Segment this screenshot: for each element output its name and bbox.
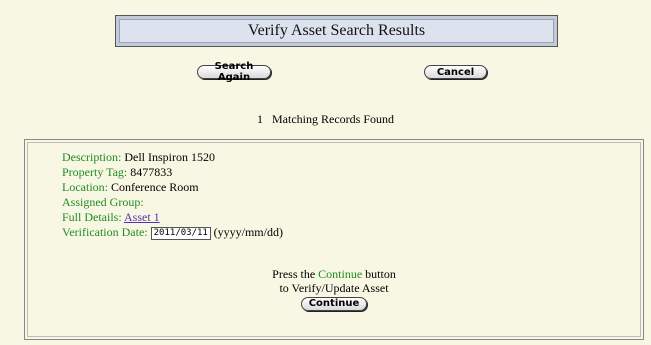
property-tag-value: 8477833	[130, 165, 173, 179]
location-label: Location:	[62, 180, 108, 194]
instruction-button-word: button	[365, 267, 396, 281]
page-title: Verify Asset Search Results	[119, 19, 554, 43]
date-format-hint: (yyyy/mm/dd)	[213, 225, 283, 239]
description-row: Description: Dell Inspiron 1520	[62, 150, 283, 165]
record-fields: Description: Dell Inspiron 1520 Property…	[62, 150, 283, 240]
verification-date-row: Verification Date: (yyyy/mm/dd)	[62, 225, 283, 240]
location-value: Conference Room	[110, 180, 199, 194]
instruction-line-1: Press the Continue button	[28, 267, 640, 281]
description-label: Description:	[62, 150, 122, 164]
instruction-line-2: to Verify/Update Asset	[279, 281, 389, 295]
instruction-continue-word: Continue	[318, 267, 363, 281]
property-tag-label: Property Tag:	[62, 165, 128, 179]
location-row: Location: Conference Room	[62, 180, 283, 195]
full-details-row: Full Details: Asset 1	[62, 210, 283, 225]
cancel-button[interactable]: Cancel	[424, 65, 487, 79]
full-details-label: Full Details:	[62, 210, 122, 224]
record-panel: Description: Dell Inspiron 1520 Property…	[24, 139, 644, 340]
assigned-group-row: Assigned Group:	[62, 195, 283, 210]
continue-instructions: Press the Continue button to Verify/Upda…	[28, 267, 640, 311]
description-value: Dell Inspiron 1520	[124, 150, 215, 164]
instruction-press-the: Press the	[272, 267, 316, 281]
search-again-button[interactable]: Search Again	[197, 61, 271, 83]
title-box: Verify Asset Search Results	[115, 15, 558, 47]
assigned-group-label: Assigned Group:	[62, 195, 144, 209]
verification-date-label: Verification Date:	[62, 225, 148, 239]
match-text: Matching Records Found	[272, 112, 394, 126]
continue-button[interactable]: Continue	[301, 296, 367, 311]
asset-details-link[interactable]: Asset 1	[124, 210, 160, 224]
match-summary: 1 Matching Records Found	[0, 112, 651, 127]
record-panel-inner: Description: Dell Inspiron 1520 Property…	[27, 142, 641, 337]
match-count: 1	[257, 112, 263, 126]
property-tag-row: Property Tag: 8477833	[62, 165, 283, 180]
verification-date-input[interactable]	[150, 226, 211, 240]
